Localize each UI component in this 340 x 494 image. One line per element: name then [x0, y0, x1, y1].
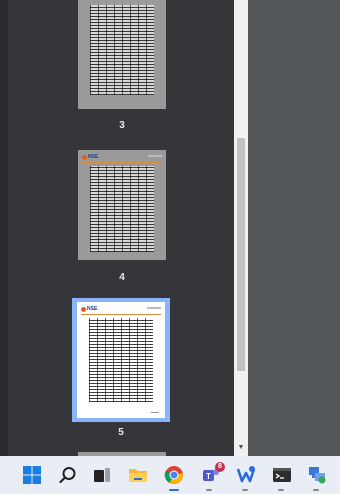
- start-button[interactable]: [20, 463, 44, 487]
- wps-open-indicator: [242, 489, 248, 491]
- task-view-icon: [94, 468, 110, 482]
- wps-icon: [236, 466, 256, 483]
- page-number-4: 4: [119, 272, 125, 283]
- search-button[interactable]: [56, 463, 80, 487]
- svg-text:T: T: [206, 472, 211, 481]
- teams-notification-badge: 8: [215, 462, 225, 472]
- terminal-button[interactable]: [270, 463, 294, 487]
- panel-edge: [0, 0, 8, 456]
- scrollbar-thumb[interactable]: [237, 138, 245, 371]
- thumbnail-footer: [151, 412, 159, 413]
- terminal-icon: [273, 468, 291, 482]
- thumbnail-footer: [152, 103, 160, 104]
- network-app-icon: [309, 467, 326, 484]
- chrome-active-indicator: [169, 489, 179, 491]
- nse-logo: NSE: [81, 306, 97, 312]
- page-thumbnail-4[interactable]: NSE: [78, 150, 166, 260]
- scroll-down-icon[interactable]: ▼: [236, 443, 246, 453]
- page-thumbnail-5[interactable]: NSE: [77, 302, 165, 418]
- network-app-button[interactable]: [305, 463, 329, 487]
- chrome-button[interactable]: [162, 463, 186, 487]
- folder-icon: [129, 469, 147, 482]
- windows-logo-icon: [23, 466, 41, 484]
- nse-logo: NSE: [82, 154, 98, 160]
- thumbnail-table: [90, 5, 154, 95]
- thumbnail-table: [89, 318, 153, 402]
- header-right-text: [148, 155, 162, 157]
- thumbnail-table: [90, 166, 154, 252]
- network-app-open-indicator: [313, 489, 319, 491]
- file-explorer-button[interactable]: [126, 463, 150, 487]
- header-right-text: [147, 307, 161, 309]
- page-number-3: 3: [119, 120, 125, 131]
- header-rule: [82, 162, 162, 163]
- thumbnail-footer: [152, 254, 160, 255]
- search-icon: [59, 467, 76, 484]
- task-view-button[interactable]: [90, 463, 114, 487]
- document-view-pane: [248, 0, 340, 456]
- terminal-open-indicator: [278, 489, 284, 491]
- teams-open-indicator: [206, 489, 212, 491]
- wps-button[interactable]: [234, 463, 258, 487]
- chrome-icon: [164, 466, 184, 485]
- header-rule: [81, 314, 161, 315]
- page-thumbnail-3[interactable]: [78, 0, 166, 109]
- page-number-5: 5: [118, 427, 124, 438]
